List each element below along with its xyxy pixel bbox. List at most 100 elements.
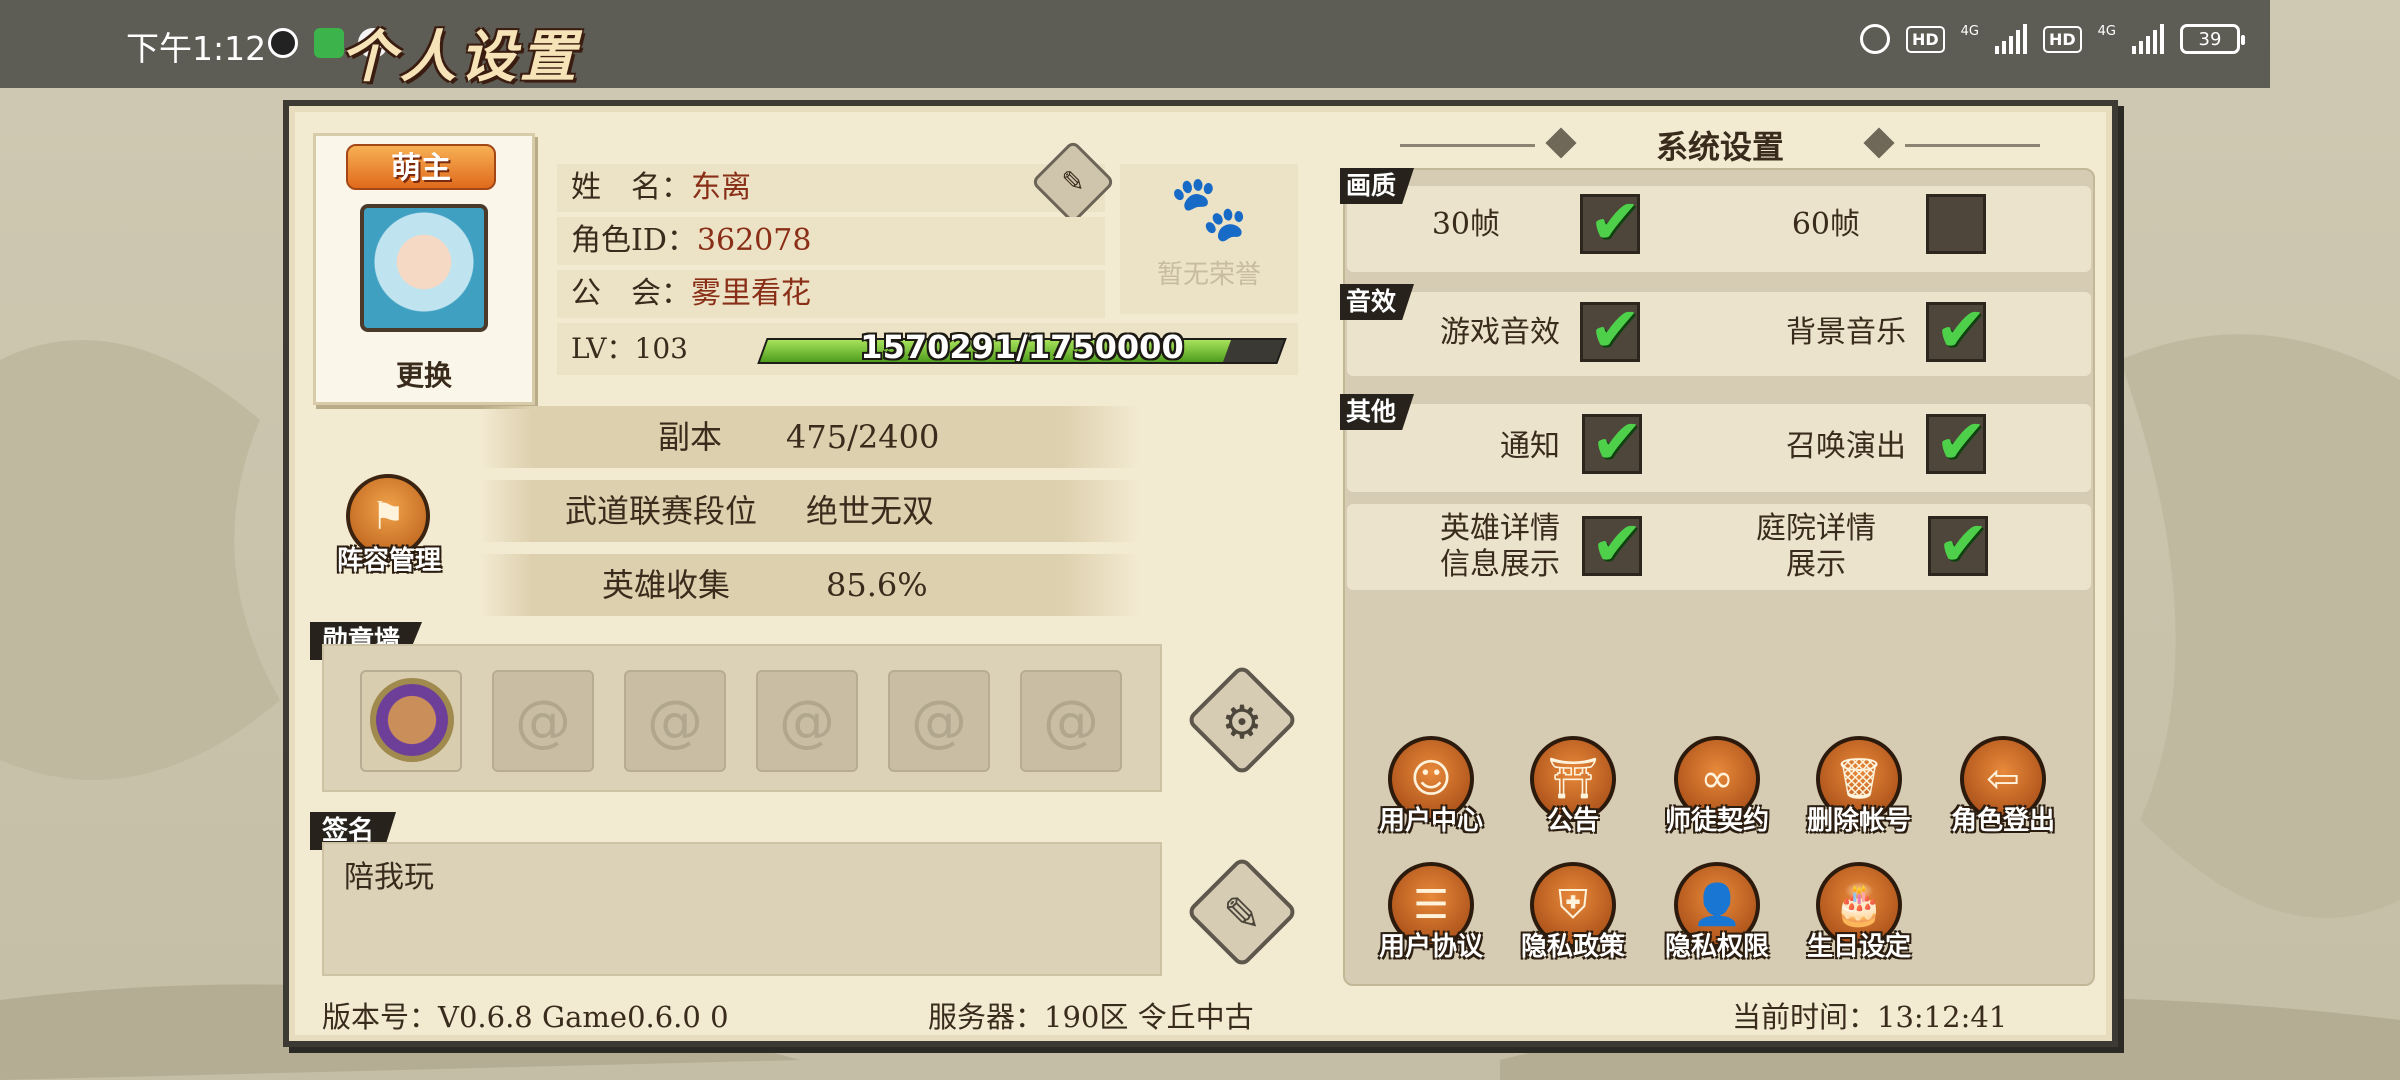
check-icon: ✔ <box>1937 507 1989 580</box>
medal-slot-6[interactable]: @ <box>1020 670 1122 772</box>
check-icon: ✔ <box>1589 185 1641 258</box>
swirl-icon: @ <box>1043 689 1099 754</box>
avatar-card[interactable]: 萌主 更换 <box>313 133 535 405</box>
status-time: 下午1:12 <box>126 29 267 68</box>
level-value: 103 <box>634 332 688 365</box>
qq-icon <box>268 28 298 58</box>
medal-slot-4[interactable]: @ <box>756 670 858 772</box>
rank-value: 绝世无双 <box>806 492 935 530</box>
document-icon: ☰ <box>1413 882 1449 928</box>
shield-icon: ⛨ <box>1558 882 1588 928</box>
current-time-text: 当前时间：13:12:41 <box>1732 1000 2008 1034</box>
id-label: 角色ID： <box>571 223 697 258</box>
game-sound-checkbox[interactable]: ✔ <box>1580 295 1641 365</box>
user-lock-icon: 👤 <box>1692 882 1742 928</box>
name-label: 姓 名： <box>571 170 691 205</box>
medal-slot-3[interactable]: @ <box>624 670 726 772</box>
check-icon: ✔ <box>1591 405 1643 478</box>
dungeon-value: 475/2400 <box>786 418 940 456</box>
change-avatar-button[interactable]: 更换 <box>316 354 532 394</box>
alarm-icon <box>1859 24 1890 54</box>
swirl-icon: @ <box>647 689 703 754</box>
rank-label: 武道联赛段位 <box>564 492 757 530</box>
notify-checkbox[interactable]: ✔ <box>1582 407 1643 477</box>
hd-badge-2: HD <box>2042 25 2082 53</box>
guild-row: 公 会：雾里看花 <box>557 270 1105 318</box>
fps30-label: 30帧 <box>1431 207 1500 242</box>
trash-icon: 🗑 <box>1833 756 1885 802</box>
dungeon-label: 副本 <box>657 418 722 456</box>
stat-collect: 英雄收集 85.6% <box>480 554 1140 616</box>
logout-icon: ⇦ <box>1986 756 2020 802</box>
medal-slot-2[interactable]: @ <box>492 670 594 772</box>
fps60-checkbox[interactable]: ✔ <box>1926 194 1986 254</box>
privacy-label: 隐私政策 <box>1520 932 1625 962</box>
signature-text: 陪我玩 <box>344 860 434 895</box>
hero-detail-checkbox[interactable]: ✔ <box>1582 509 1643 579</box>
battery-level: 39 <box>2198 28 2222 50</box>
game-sound-label: 游戏音效 <box>1440 315 1560 350</box>
mentor-label: 师徒契约 <box>1664 806 1769 836</box>
lineup-label: 阵容管理 <box>336 546 441 576</box>
level-label: LV： <box>571 332 635 365</box>
user-hat-icon: ☺ <box>1410 756 1452 802</box>
cake-icon: 🎂 <box>1834 882 1884 928</box>
check-icon: ✔ <box>1591 507 1643 580</box>
bg-music-checkbox[interactable]: ✔ <box>1926 295 1987 365</box>
hero-detail-label-1: 英雄详情 <box>1440 511 1560 546</box>
hero-detail-label-2: 信息展示 <box>1440 547 1560 582</box>
yard-detail-label-2: 展示 <box>1786 547 1846 582</box>
stat-dungeon: 副本 475/2400 <box>480 406 1140 468</box>
hd-badge-1: HD <box>1905 25 1945 53</box>
signal-icon-1 <box>1994 24 2027 54</box>
swirl-icon: @ <box>515 689 571 754</box>
fps60-label: 60帧 <box>1791 207 1860 242</box>
notice-label: 公告 <box>1546 806 1599 836</box>
signature-box[interactable]: 陪我玩 <box>322 842 1162 976</box>
yard-detail-label-1: 庭院详情 <box>1756 511 1876 546</box>
lte-label-2: 4G <box>2097 24 2116 39</box>
yard-detail-checkbox[interactable]: ✔ <box>1928 509 1989 579</box>
logout-label: 角色登出 <box>1950 806 2055 836</box>
id-value: 362078 <box>696 223 812 258</box>
agreement-label: 用户协议 <box>1378 932 1483 962</box>
collect-value: 85.6% <box>826 566 928 604</box>
guild-label: 公 会： <box>571 276 691 311</box>
check-icon: ✔ <box>1935 293 1987 366</box>
delete-account-label: 删除帐号 <box>1806 806 1911 836</box>
user-center-label: 用户中心 <box>1378 806 1483 836</box>
honor-text: 暂无荣誉 <box>1156 260 1261 290</box>
medal-slot-5[interactable]: @ <box>888 670 990 772</box>
medal-badge-icon <box>370 678 454 762</box>
gear-icon: ⚙ <box>1221 695 1263 749</box>
title-deco-left <box>1400 144 1535 147</box>
medal-slot-1[interactable] <box>360 670 462 772</box>
medal-wall: @ @ @ @ @ <box>322 644 1162 792</box>
version-text: 版本号：V0.6.8 Game0.6.0 0 <box>322 1000 729 1034</box>
stat-rank: 武道联赛段位 绝世无双 <box>480 480 1140 542</box>
swirl-icon: @ <box>779 689 835 754</box>
lte-label-1: 4G <box>1960 24 1979 39</box>
guild-value: 雾里看花 <box>691 276 811 311</box>
battery-icon: 39 <box>2180 24 2245 54</box>
system-settings-title: 系统设置 <box>1655 128 1784 166</box>
name-row: 姓 名：东离 <box>557 164 1105 212</box>
signal-icon-2 <box>2132 24 2164 54</box>
title-deco-right <box>1905 144 2040 147</box>
quality-tag: 画质 <box>1340 168 1415 204</box>
role-badge: 萌主 <box>346 144 496 190</box>
check-icon: ✔ <box>1935 405 1987 478</box>
birthday-label: 生日设定 <box>1806 932 1911 962</box>
collect-label: 英雄收集 <box>601 566 730 604</box>
paw-icon: 🐾 <box>1169 172 1249 246</box>
brush-icon: ✎ <box>1222 887 1262 941</box>
id-row: 角色ID：362078 <box>557 217 1105 265</box>
summon-show-label: 召唤演出 <box>1786 429 1906 464</box>
check-icon: ✔ <box>1589 293 1641 366</box>
fps30-checkbox[interactable]: ✔ <box>1580 187 1641 257</box>
bg-music-label: 背景音乐 <box>1786 315 1906 350</box>
summon-show-checkbox[interactable]: ✔ <box>1926 407 1987 477</box>
swirl-icon: @ <box>911 689 967 754</box>
page-title: 个人设置 <box>340 24 580 90</box>
status-right: HD 4G HD 4G 39 <box>1859 24 2245 54</box>
